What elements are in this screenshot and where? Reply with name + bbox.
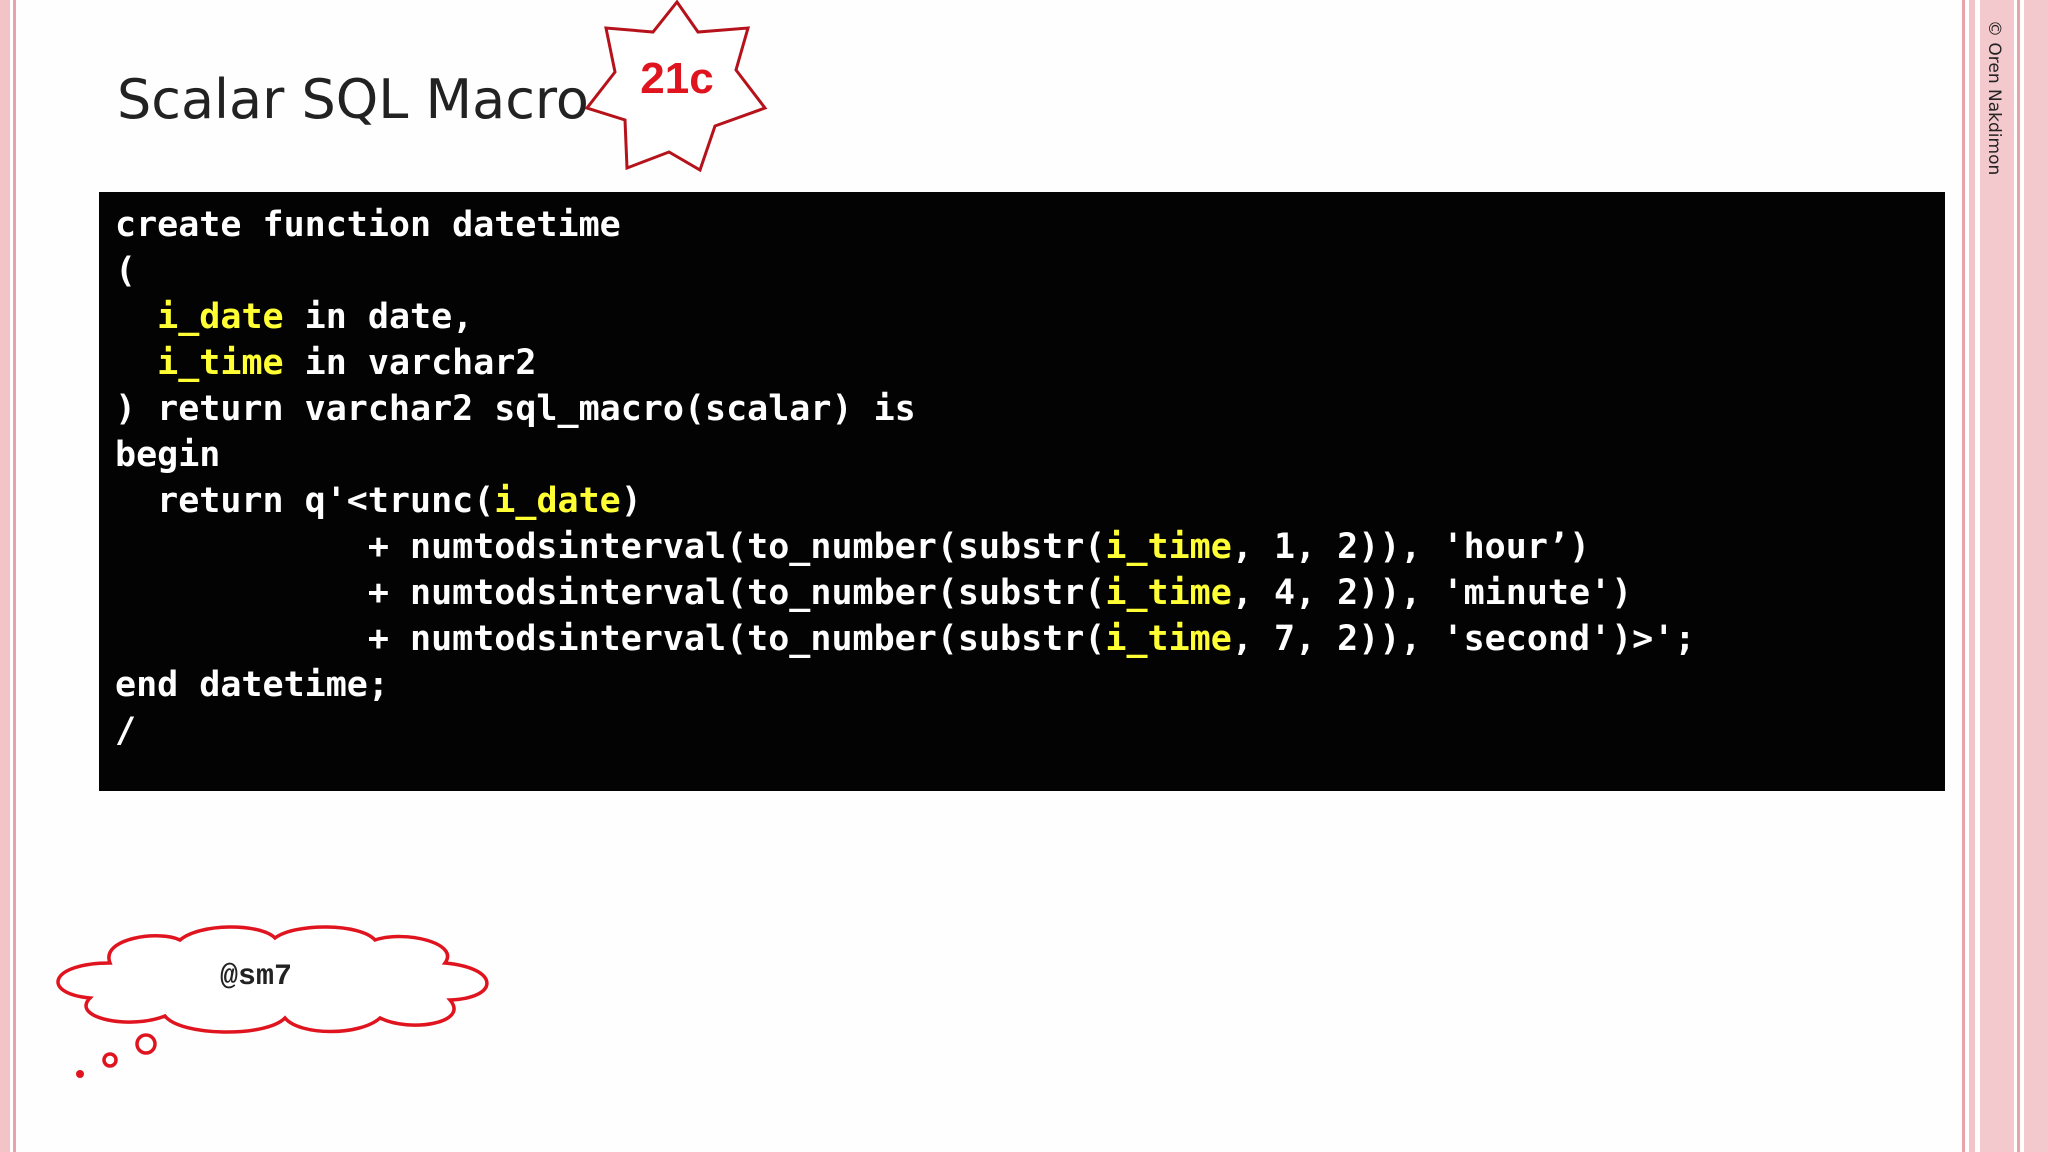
- code-line: + numtodsinterval(to_number(substr(i_tim…: [115, 616, 1945, 662]
- right-border-line: [1962, 0, 1965, 1152]
- code-parameter-token: i_time: [157, 343, 284, 383]
- code-token: return q'<trunc(: [115, 481, 495, 521]
- code-line: end datetime;: [115, 662, 1945, 708]
- code-token: ): [620, 481, 642, 521]
- code-token: (: [115, 251, 137, 291]
- code-line: ) return varchar2 sql_macro(scalar) is: [115, 386, 1945, 432]
- code-parameter-token: i_time: [1105, 619, 1232, 659]
- code-token: , 4, 2)), 'minute'): [1231, 573, 1633, 613]
- right-border-line: [2017, 0, 2020, 1152]
- code-token: + numtodsinterval(to_number(substr(: [115, 527, 1106, 567]
- right-border-band: [2024, 0, 2048, 1152]
- left-border-line: [13, 0, 16, 1152]
- code-token: , 7, 2)), 'second')>';: [1231, 619, 1696, 659]
- code-block: create function datetime ( i_date in date…: [99, 192, 1945, 791]
- copyright-notice: © Oren Nakdimon: [1984, 20, 2004, 176]
- code-line: + numtodsinterval(to_number(substr(i_tim…: [115, 570, 1945, 616]
- code-token: + numtodsinterval(to_number(substr(: [115, 619, 1106, 659]
- thought-cloud-icon: [56, 925, 489, 1078]
- code-line: i_date in date,: [115, 294, 1945, 340]
- code-line: /: [115, 708, 1945, 754]
- code-token: + numtodsinterval(to_number(substr(: [115, 573, 1106, 613]
- slide-title: Scalar SQL Macro: [117, 68, 589, 131]
- code-token: ) return varchar2 sql_macro(scalar) is: [115, 389, 916, 429]
- code-line: create function datetime: [115, 202, 1945, 248]
- code-line: i_time in varchar2: [115, 340, 1945, 386]
- code-parameter-token: i_date: [157, 297, 284, 337]
- code-token: in varchar2: [283, 343, 537, 383]
- code-line: begin: [115, 432, 1945, 478]
- code-parameter-token: i_time: [1105, 573, 1232, 613]
- code-parameter-token: i_time: [1105, 527, 1232, 567]
- code-line: + numtodsinterval(to_number(substr(i_tim…: [115, 524, 1945, 570]
- code-line: return q'<trunc(i_date): [115, 478, 1945, 524]
- version-badge: 21c: [585, 0, 769, 174]
- code-token: /: [115, 711, 137, 751]
- code-parameter-token: i_date: [494, 481, 621, 521]
- code-token: in date,: [283, 297, 474, 337]
- code-token: begin: [115, 435, 221, 475]
- code-token: , 1, 2)), 'hour’): [1231, 527, 1591, 567]
- thought-bubble: @sm7: [50, 918, 510, 1088]
- left-border-stripe: [0, 0, 10, 1152]
- code-line: (: [115, 248, 1945, 294]
- badge-label: 21c: [640, 54, 714, 103]
- slide: © Oren Nakdimon Scalar SQL Macro 21c cre…: [0, 0, 2048, 1152]
- right-border-stripe: [1969, 0, 1975, 1152]
- code-token: create function datetime: [115, 205, 621, 245]
- thought-bubble-text: @sm7: [220, 960, 293, 994]
- code-token: end datetime;: [115, 665, 389, 705]
